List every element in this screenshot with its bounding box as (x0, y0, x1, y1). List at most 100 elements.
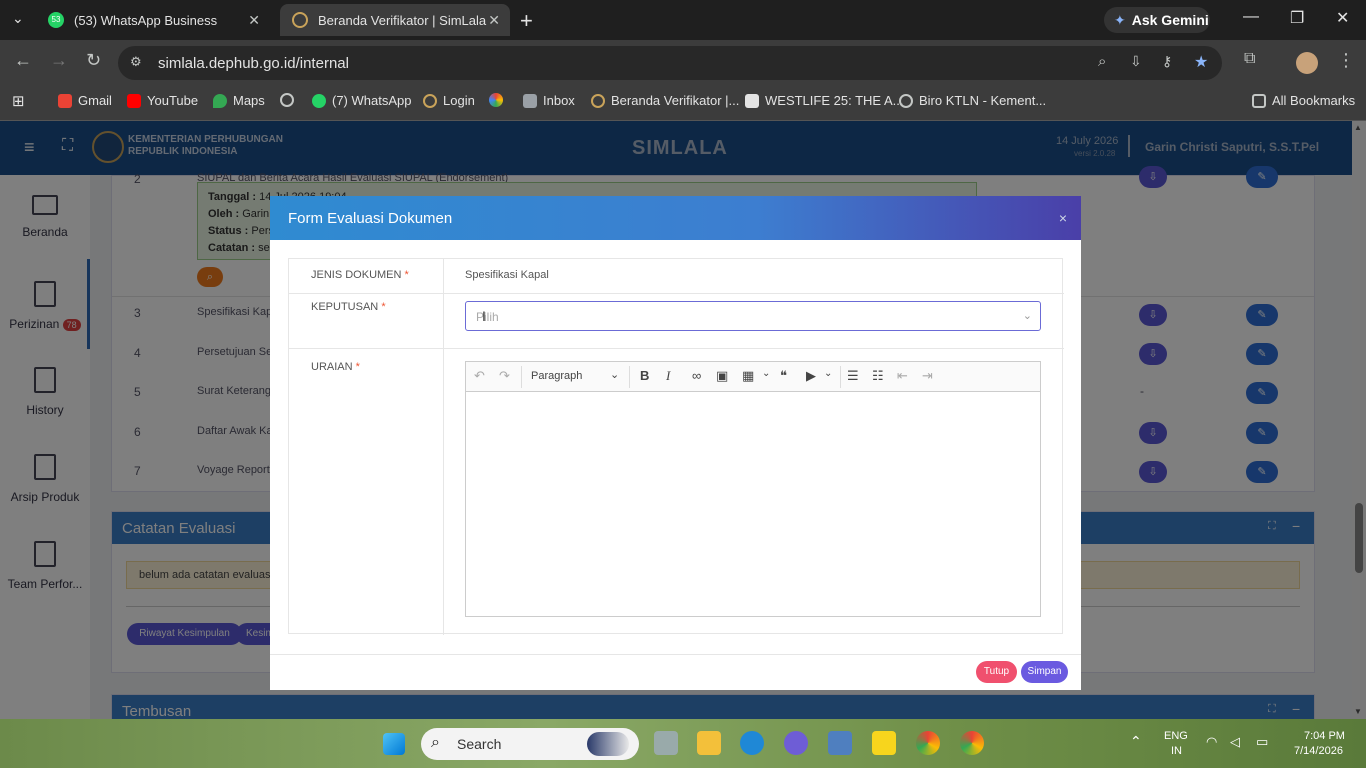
simpan-button[interactable]: Simpan (1021, 661, 1068, 683)
indent-icon[interactable]: ⇥ (922, 368, 933, 384)
close-icon[interactable]: ✕ (488, 12, 500, 29)
table-icon[interactable]: ▦ (742, 368, 754, 384)
volume-icon[interactable]: ◁ (1230, 734, 1240, 750)
photos-icon (489, 93, 503, 107)
gmail-icon (58, 93, 72, 108)
row-divider (289, 348, 1064, 349)
chevron-down-icon: ⌄ (610, 369, 620, 381)
chrome-profile-icon[interactable] (960, 731, 984, 755)
close-icon[interactable]: ✕ (248, 12, 260, 29)
apps-grid-icon[interactable]: ⊞ (12, 92, 25, 110)
sticky-notes-icon[interactable] (872, 731, 896, 755)
bookmark-star-icon[interactable]: ★ (1194, 52, 1208, 72)
bookmark-whatsapp[interactable]: (7) WhatsApp (312, 93, 411, 108)
password-key-icon[interactable]: ⚷ (1162, 53, 1172, 70)
label-text: URAIAN (311, 361, 353, 373)
bookmark-gmail[interactable]: Gmail (58, 93, 112, 108)
battery-icon[interactable]: ▭ (1256, 734, 1268, 750)
task-view-icon[interactable] (654, 731, 678, 755)
bookmark-label: YouTube (147, 93, 199, 108)
insert-image-icon[interactable]: ▣ (716, 368, 728, 384)
modal-close-button[interactable]: × (1059, 210, 1067, 226)
outdent-icon[interactable]: ⇤ (897, 368, 908, 384)
reload-icon[interactable]: ↻ (86, 50, 101, 71)
restore-icon[interactable]: ❐ (1290, 8, 1304, 28)
windows-start-icon[interactable] (383, 733, 405, 755)
bookmark-login[interactable]: Login (423, 93, 475, 108)
keputusan-label: KEPUTUSAN * (311, 301, 386, 313)
bookmark-label: Beranda Verifikator |... (611, 93, 740, 108)
menu-dots-icon[interactable]: ⋮ (1337, 50, 1355, 71)
bookmark-label: Maps (233, 93, 265, 108)
select-placeholder: Pilih (476, 310, 499, 324)
editor-content-area[interactable] (466, 393, 1040, 616)
bookmark-inbox[interactable]: Inbox (523, 93, 575, 108)
jenis-dokumen-value: Spesifikasi Kapal (465, 269, 549, 281)
italic-icon[interactable]: I (666, 368, 670, 384)
site-info-icon[interactable]: ⚙ (130, 54, 142, 70)
tab-search-icon[interactable]: ⌄ (12, 10, 24, 27)
media-embed-icon[interactable]: ▶ (806, 368, 816, 384)
bookmark-label: Inbox (543, 93, 575, 108)
undo-icon[interactable]: ↶ (474, 368, 485, 384)
uraian-rich-text-editor: ↶ ↷ Paragraph ⌄ B I ∞ ▣ ▦ ⌄ ❝ ▶ ⌄ ☰ ☷ ⇤ … (465, 361, 1041, 617)
whatsapp-icon: 53 (48, 12, 64, 28)
language-region[interactable]: IN (1171, 745, 1182, 757)
edge-icon[interactable] (740, 731, 764, 755)
minimize-icon[interactable]: — (1243, 8, 1259, 26)
paragraph-style-dropdown[interactable]: Paragraph (531, 370, 582, 382)
uraian-label: URAIAN * (311, 361, 360, 373)
ask-gemini-label: Ask Gemini (1131, 12, 1209, 28)
bookmark-biro-ktln[interactable]: Biro KTLN - Kement... (899, 93, 1046, 108)
bookmark-westlife[interactable]: WESTLIFE 25: THE A... (745, 93, 903, 108)
link-icon[interactable]: ∞ (692, 368, 701, 383)
bookmark-youtube[interactable]: YouTube (127, 93, 198, 108)
numbered-list-icon[interactable]: ☷ (872, 368, 884, 384)
ask-gemini-button[interactable]: ✦ Ask Gemini (1104, 7, 1210, 33)
clock-time[interactable]: 7:04 PM (1304, 730, 1345, 742)
back-icon[interactable]: ← (14, 50, 32, 71)
search-placeholder: Search (457, 736, 502, 752)
modal-title: Form Evaluasi Dokumen (288, 210, 453, 227)
bulleted-list-icon[interactable]: ☰ (847, 368, 859, 384)
globe-bookmark[interactable] (280, 93, 294, 107)
bookmark-beranda[interactable]: Beranda Verifikator |... (591, 93, 739, 108)
new-tab-icon[interactable]: + (520, 8, 533, 34)
clock-date[interactable]: 7/14/2026 (1294, 745, 1343, 757)
redo-icon[interactable]: ↷ (499, 368, 510, 384)
bookmark-maps[interactable]: Maps (213, 93, 265, 108)
file-explorer-icon[interactable] (697, 731, 721, 755)
chrome-icon[interactable] (916, 731, 940, 755)
blockquote-icon[interactable]: ❝ (780, 368, 787, 384)
column-divider (443, 259, 444, 635)
bold-icon[interactable]: B (640, 368, 649, 383)
forward-icon[interactable]: → (50, 50, 68, 71)
bookmark-label: Biro KTLN - Kement... (919, 93, 1047, 108)
close-window-icon[interactable]: ✕ (1336, 8, 1349, 28)
youtube-icon (127, 93, 141, 108)
globe-icon (899, 93, 913, 108)
tab-whatsapp[interactable]: 53 (53) WhatsApp Business ✕ (36, 4, 270, 36)
wifi-icon[interactable]: ◠ (1206, 734, 1217, 750)
tab-simlala[interactable]: Beranda Verifikator | SimLala ✕ (280, 4, 510, 36)
zoom-icon[interactable]: ⌕ (1098, 53, 1106, 70)
bookmark-pinwheel[interactable] (489, 93, 503, 107)
chevron-down-icon[interactable]: ⌄ (824, 368, 832, 379)
keputusan-select[interactable]: Pilih ⌄ I (465, 301, 1041, 331)
chevron-down-icon[interactable]: ⌄ (762, 368, 770, 379)
extensions-icon[interactable]: ⧉ (1244, 50, 1255, 68)
profile-avatar[interactable] (1296, 52, 1318, 74)
row-divider (289, 293, 1064, 294)
all-bookmarks[interactable]: All Bookmarks (1252, 93, 1355, 108)
url-bar[interactable]: ⚙ simlala.dephub.go.id/internal ⌕ ⇩ ⚷ ★ (118, 46, 1222, 80)
chevron-up-icon[interactable]: ⌃ (1130, 733, 1142, 750)
install-icon[interactable]: ⇩ (1130, 53, 1142, 70)
footer-divider (270, 654, 1081, 655)
taskbar-search[interactable]: ⌕ Search (421, 728, 639, 760)
camera-icon[interactable] (828, 731, 852, 755)
app-icon[interactable] (784, 731, 808, 755)
folder-icon (1252, 93, 1266, 108)
language-indicator[interactable]: ENG (1164, 730, 1188, 742)
tutup-button[interactable]: Tutup (976, 661, 1017, 683)
ministry-favicon-icon (292, 12, 308, 28)
